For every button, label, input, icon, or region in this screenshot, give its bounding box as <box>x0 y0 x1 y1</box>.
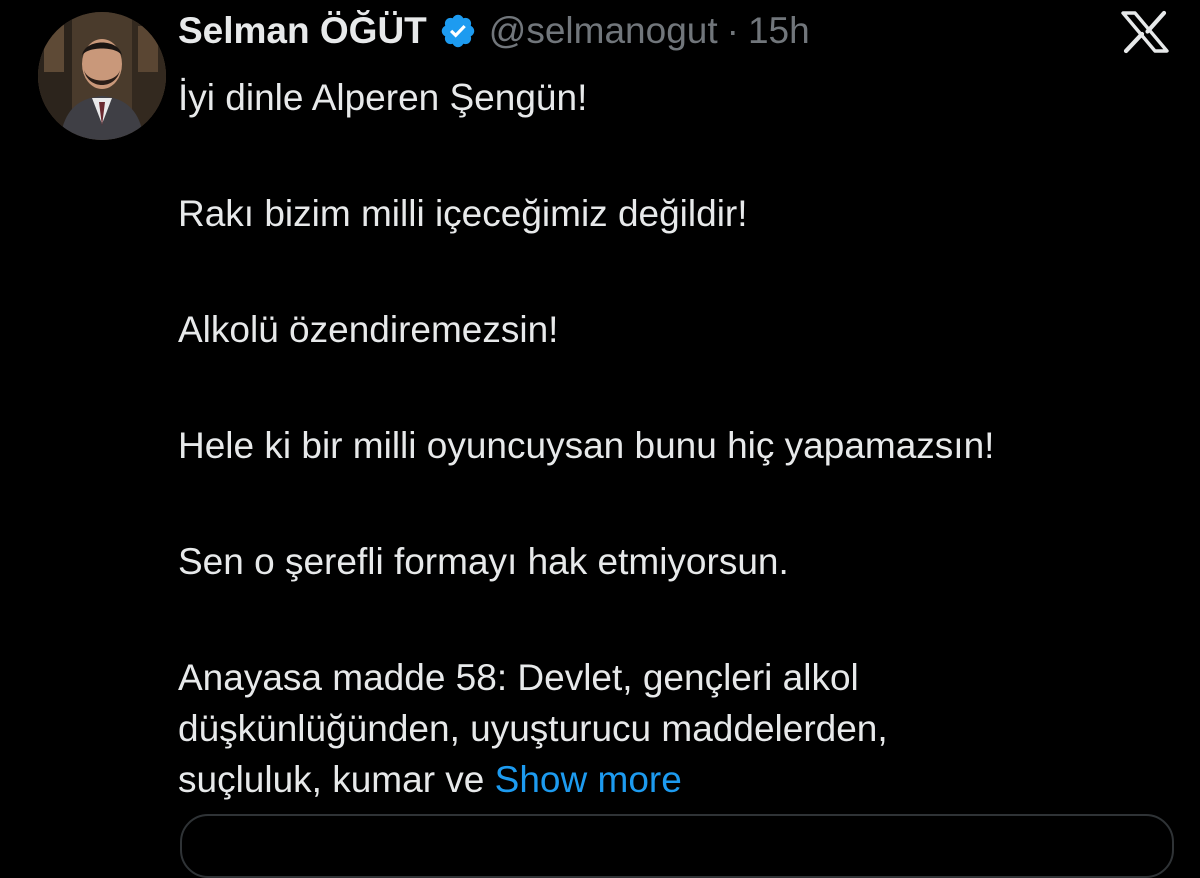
tweet-header: Selman ÖĞÜT @selmanogut · 15h <box>178 6 810 56</box>
author-name[interactable]: Selman ÖĞÜT <box>178 10 427 52</box>
avatar[interactable] <box>38 12 166 140</box>
verified-badge-icon[interactable] <box>439 12 477 50</box>
avatar-photo <box>38 12 166 140</box>
tweet-line: suçluluk, kumar ve <box>178 759 485 800</box>
author-handle[interactable]: @selmanogut <box>489 10 718 52</box>
separator-dot: · <box>726 10 739 51</box>
tweet-paragraph-truncated: Anayasa madde 58: Devlet, gençleri alkol… <box>178 652 1178 805</box>
tweet-line: düşkünlüğünden, uyuşturucu maddelerden, <box>178 708 888 749</box>
quoted-tweet-card[interactable] <box>180 814 1174 878</box>
x-logo-icon <box>1120 10 1170 54</box>
tweet-text: İyi dinle Alperen Şengün! Rakı bizim mil… <box>178 72 1178 805</box>
tweet-paragraph: İyi dinle Alperen Şengün! <box>178 77 588 118</box>
tweet-paragraph: Sen o şerefli formayı hak etmiyorsun. <box>178 541 789 582</box>
tweet-paragraph: Rakı bizim milli içeceğimiz değildir! <box>178 193 748 234</box>
tweet-line: Anayasa madde 58: Devlet, gençleri alkol <box>178 657 859 698</box>
tweet-paragraph: Alkolü özendiremezsin! <box>178 309 559 350</box>
show-more-link[interactable]: Show more <box>495 759 682 800</box>
tweet-paragraph: Hele ki bir milli oyuncuysan bunu hiç ya… <box>178 425 995 466</box>
timestamp[interactable]: 15h <box>748 10 810 52</box>
